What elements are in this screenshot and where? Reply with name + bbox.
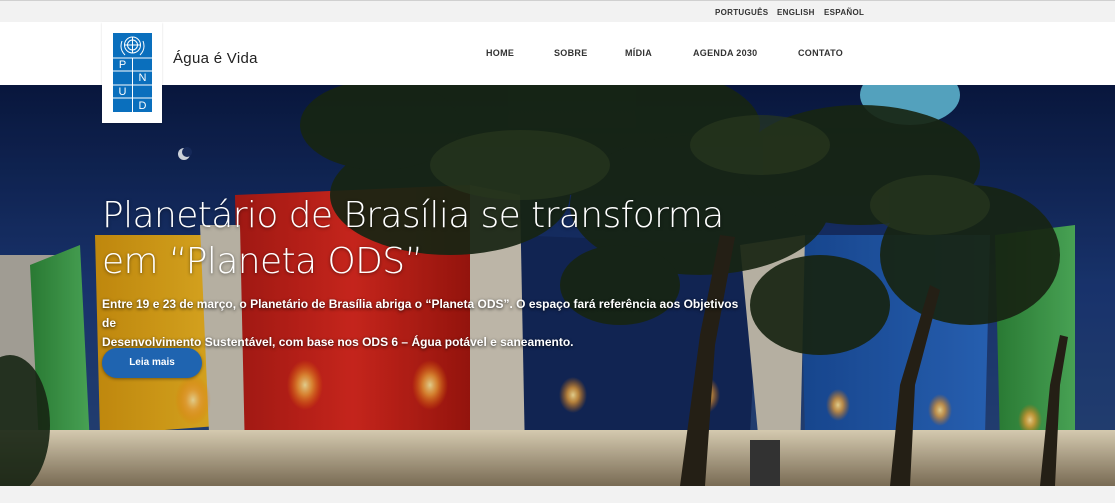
site-header: Água é Vida HOME SOBRE MÍDIA AGENDA 2030… <box>0 22 1115 85</box>
language-link-english[interactable]: ENGLISH <box>777 8 815 17</box>
hero-photo <box>0 85 1115 486</box>
nav-agenda-2030[interactable]: AGENDA 2030 <box>693 48 758 58</box>
hero-headline: Planetário de Brasília se transforma em … <box>102 193 762 285</box>
hero-summary: Entre 19 e 23 de março, o Planetário de … <box>102 295 742 352</box>
un-emblem-icon: P N U D <box>113 36 152 112</box>
hero-headline-line-2: em “Planeta ODS” <box>102 241 423 282</box>
nav-home[interactable]: HOME <box>486 48 514 58</box>
undp-logo[interactable]: P N U D <box>102 22 162 123</box>
read-more-button[interactable]: Leia mais <box>102 348 202 378</box>
logo-letter-p: P <box>119 59 126 71</box>
language-bar: PORTUGUÊS ENGLISH ESPAÑOL <box>0 0 1115 22</box>
site-title[interactable]: Água é Vida <box>173 50 258 67</box>
hero-headline-line-1: Planetário de Brasília se transforma <box>102 195 724 236</box>
hero-banner <box>0 85 1115 486</box>
language-link-espanol[interactable]: ESPAÑOL <box>824 8 864 17</box>
hero-summary-line-1: Entre 19 e 23 de março, o Planetário de … <box>102 297 739 330</box>
nav-contato[interactable]: CONTATO <box>798 48 843 58</box>
logo-letter-u: U <box>119 86 127 98</box>
nav-sobre[interactable]: SOBRE <box>554 48 588 58</box>
page-content-area <box>0 486 1115 503</box>
logo-letter-d: D <box>139 100 147 112</box>
nav-midia[interactable]: MÍDIA <box>625 48 652 58</box>
hero-summary-line-2: Desenvolvimento Sustentável, com base no… <box>102 335 574 349</box>
language-link-portugues[interactable]: PORTUGUÊS <box>715 8 768 17</box>
undp-logo-block: P N U D <box>113 33 152 112</box>
logo-letter-n: N <box>139 72 147 84</box>
